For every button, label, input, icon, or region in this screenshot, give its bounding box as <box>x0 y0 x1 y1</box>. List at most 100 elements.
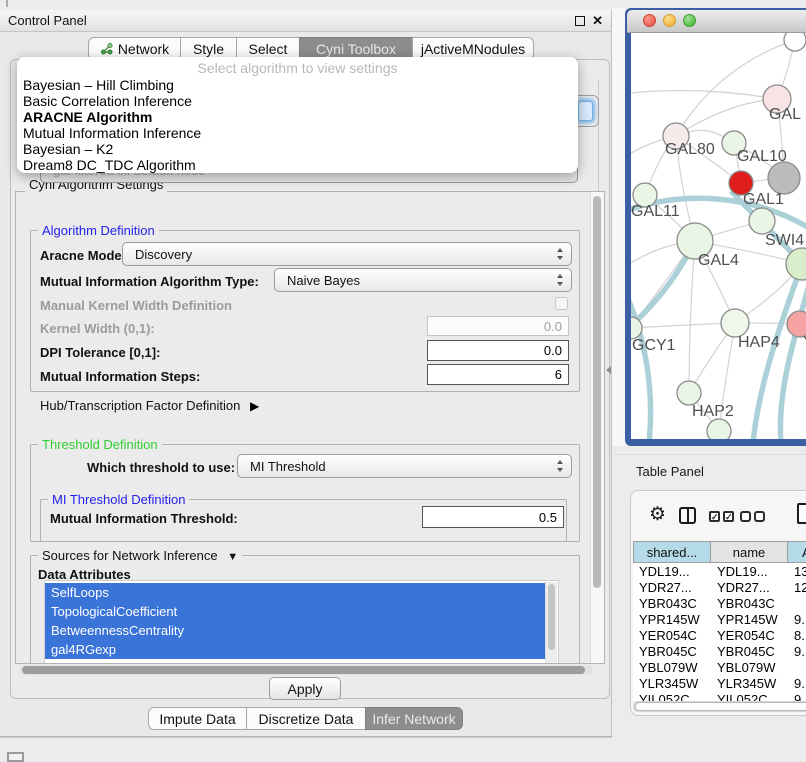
popup-placeholder: Select algorithm to view settings <box>17 60 578 76</box>
cyni-settings-container: Algorithm Definition Aracne Mode: Discov… <box>15 191 605 664</box>
tab-select-label: Select <box>249 41 288 57</box>
table-row[interactable]: YPR145W YPR145W 9. <box>633 611 806 627</box>
float-window-icon[interactable] <box>575 16 585 26</box>
tab-discretize-data[interactable]: Discretize Data <box>246 707 366 730</box>
hub-definition-toggle[interactable]: Hub/Transcription Factor Definition ▶ <box>40 398 259 413</box>
table-row[interactable]: YLR345W YLR345W 9. <box>633 675 806 691</box>
scrollbar-thumb[interactable] <box>548 584 555 650</box>
network-node[interactable] <box>721 309 749 337</box>
select-all-columns-icon[interactable]: ✓ ✓ <box>709 511 734 522</box>
aracne-mode-combo[interactable]: Discovery <box>122 242 572 266</box>
network-node[interactable] <box>677 381 701 405</box>
minimized-panel-icon[interactable] <box>7 752 24 762</box>
list-item[interactable]: TopologicalCoefficient <box>45 602 551 621</box>
panel-divider[interactable] <box>612 8 625 446</box>
tab-jactivemnodules-label: jActiveMNodules <box>421 41 525 57</box>
document-icon[interactable] <box>797 503 806 524</box>
list-item[interactable]: SelfLoops <box>45 583 551 602</box>
cell-name: YDR27... <box>717 579 770 595</box>
column-layout-icon[interactable] <box>679 507 696 524</box>
settings-horizontal-scrollbar[interactable] <box>19 665 593 675</box>
mi-type-combo[interactable]: Naive Bayes <box>274 268 572 292</box>
sources-toggle[interactable]: Sources for Network Inference ▼ <box>38 548 242 563</box>
dpi-tolerance-input[interactable]: 0.0 <box>427 340 569 361</box>
column-header[interactable]: A <box>788 541 806 563</box>
screen: Control Panel ✕ Network Style Select Cyn… <box>0 0 806 762</box>
list-vertical-scrollbar[interactable] <box>545 582 557 664</box>
data-attributes-list: SelfLoops TopologicalCoefficient Between… <box>44 580 559 664</box>
scrollbar-thumb[interactable] <box>22 666 585 674</box>
close-icon[interactable]: ✕ <box>592 13 603 29</box>
kernel-width-input: 0.0 <box>427 316 569 336</box>
mi-steps-input[interactable]: 6 <box>427 364 569 385</box>
menu-item[interactable]: Bayesian – Hill Climbing <box>17 77 578 93</box>
cell-value: 12 <box>794 579 806 595</box>
minimize-button[interactable] <box>663 14 676 27</box>
network-node[interactable] <box>784 33 806 51</box>
apply-button[interactable]: Apply <box>269 677 341 700</box>
column-header[interactable]: name <box>711 541 788 563</box>
table-row[interactable]: YDR27... YDR27... 12 <box>633 579 806 595</box>
which-threshold-label: Which threshold to use: <box>87 460 235 475</box>
hub-definition-label: Hub/Transcription Factor Definition <box>40 398 240 413</box>
settings-vertical-scrollbar[interactable] <box>590 192 604 663</box>
cell-shared-name: YER054C <box>639 627 697 643</box>
table-row[interactable]: YDL19... YDL19... 13 <box>633 563 806 579</box>
table-row[interactable]: YBR043C YBR043C <box>633 595 806 611</box>
cell-value: 13 <box>794 563 806 579</box>
zoom-button[interactable] <box>683 14 696 27</box>
scrollbar-thumb[interactable] <box>593 196 601 588</box>
node-label: HAP4 <box>738 334 780 351</box>
table-row[interactable]: YBL079W YBL079W <box>633 659 806 675</box>
network-icon <box>100 42 113 55</box>
network-canvas[interactable]: GAL GAL80 GAL10 GAL1 GAL11 GAL4 SWI4 GCY… <box>631 33 806 439</box>
control-panel-window: Control Panel ✕ Network Style Select Cyn… <box>0 10 612 737</box>
splitter-arrow-icon[interactable] <box>606 366 611 374</box>
menu-item[interactable]: ARACNE Algorithm <box>17 109 578 125</box>
menu-item[interactable]: Basic Correlation Inference <box>17 93 578 109</box>
node-label: HAP2 <box>692 403 734 420</box>
mi-type-label: Mutual Information Algorithm Type: <box>40 274 259 289</box>
node-label: GAL10 <box>737 148 787 165</box>
stepper-icon <box>557 460 564 472</box>
network-window-titlebar[interactable] <box>627 10 806 33</box>
menu-item[interactable]: Bayesian – K2 <box>17 141 578 157</box>
table-row[interactable]: YIL052C YIL052C 9 <box>633 691 806 701</box>
window-shadow-line <box>0 737 612 738</box>
tab-infer-network[interactable]: Infer Network <box>365 707 463 730</box>
tab-infer-network-label: Infer Network <box>372 711 455 727</box>
cell-name: YLR345W <box>717 675 776 691</box>
table-row[interactable]: YER054C YER054C 8. <box>633 627 806 643</box>
network-node[interactable] <box>707 419 731 439</box>
dpi-tolerance-label: DPI Tolerance [0,1]: <box>40 345 160 360</box>
mi-threshold-group-title: MI Threshold Definition <box>48 492 189 507</box>
table-horizontal-scrollbar[interactable] <box>633 701 806 712</box>
close-button[interactable] <box>643 14 656 27</box>
list-item[interactable]: BetweennessCentrality <box>45 621 551 640</box>
threshold-definition-title: Threshold Definition <box>38 437 162 452</box>
cell-name: YPR145W <box>717 611 778 627</box>
column-header[interactable]: shared... <box>633 541 711 563</box>
network-view-window: GAL GAL80 GAL10 GAL1 GAL11 GAL4 SWI4 GCY… <box>625 8 806 446</box>
table-body: YDL19... YDL19... 13 YDR27... YDR27... 1… <box>633 563 806 701</box>
menu-item[interactable]: Dream8 DC_TDC Algorithm <box>17 157 578 173</box>
table-row[interactable]: YBR045C YBR045C 9. <box>633 643 806 659</box>
cell-value: 9 <box>794 691 801 701</box>
control-panel-titlebar[interactable]: Control Panel ✕ <box>0 10 611 32</box>
deselect-all-columns-icon[interactable] <box>740 511 765 522</box>
cell-value: 9. <box>794 611 805 627</box>
scrollbar-thumb[interactable] <box>635 702 806 711</box>
list-item[interactable]: gal4RGexp <box>45 640 551 659</box>
mi-threshold-input[interactable]: 0.5 <box>422 506 564 528</box>
menu-item[interactable]: Mutual Information Inference <box>17 125 578 141</box>
checked-box-icon: ✓ <box>723 511 734 522</box>
network-node[interactable] <box>749 208 775 234</box>
network-node[interactable] <box>768 162 800 194</box>
cell-name: YER054C <box>717 627 775 643</box>
kernel-width-label: Kernel Width (0,1): <box>40 321 155 336</box>
tab-impute-data[interactable]: Impute Data <box>148 707 247 730</box>
checked-box-icon: ✓ <box>709 511 720 522</box>
which-threshold-combo[interactable]: MI Threshold <box>237 454 572 478</box>
gear-icon[interactable]: ⚙ <box>649 503 666 526</box>
top-edge-artifact <box>6 0 8 7</box>
